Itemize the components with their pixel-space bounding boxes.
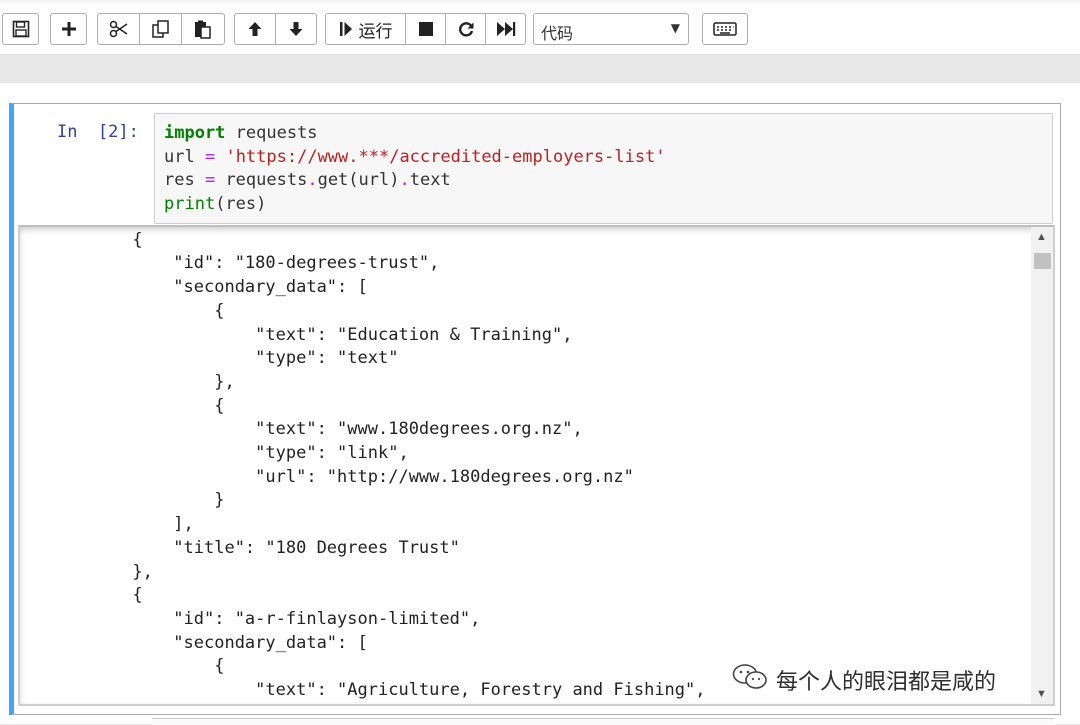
code-input: import requests url = 'https://www.***/ac… <box>164 122 666 216</box>
input-prompt: In [2]: <box>57 122 139 142</box>
paste-icon <box>193 19 213 39</box>
output-line: "text": "www.180degrees.org.nz", <box>30 419 583 440</box>
scroll-down-arrow-icon[interactable]: ▼ <box>1036 688 1047 700</box>
toolbar-top-edge <box>0 0 1080 3</box>
code-line: print(res) <box>164 193 267 214</box>
run-button[interactable]: 运行 <box>325 13 406 45</box>
command-palette-button[interactable] <box>702 13 748 45</box>
cell-type-value: 代码 <box>541 24 574 43</box>
run-all-button[interactable] <box>485 13 526 45</box>
output-line: }, <box>30 561 153 582</box>
copy-cell-button[interactable] <box>139 13 182 45</box>
scissors-icon <box>109 20 129 38</box>
code-line: url = 'https://www.***/accredited-employ… <box>164 146 666 167</box>
output-line: "id": "180-degrees-trust", <box>30 253 440 274</box>
cut-cell-button[interactable] <box>97 13 140 45</box>
output-scrollbar[interactable]: ▲ ▼ <box>1031 227 1053 704</box>
arrow-up-icon <box>246 20 264 38</box>
copy-icon <box>151 19 171 39</box>
fast-forward-icon <box>496 21 516 37</box>
scrollbar-thumb[interactable] <box>1034 253 1051 269</box>
chevron-down-icon: ▼ <box>670 21 680 35</box>
code-editor[interactable]: import requests url = 'https://www.***/ac… <box>154 113 1053 224</box>
output-line: { <box>30 300 225 321</box>
output-line: "id": "a-r-finlayson-limited", <box>30 608 481 629</box>
output-line: } <box>30 490 225 511</box>
output-line: { <box>30 229 143 250</box>
scroll-up-arrow-icon[interactable]: ▲ <box>1036 231 1047 243</box>
watermark-text: 每个人的眼泪都是咸的 <box>776 670 997 695</box>
restart-kernel-button[interactable] <box>445 13 486 45</box>
output-line: { <box>30 395 225 416</box>
output-line: "secondary_data": [ <box>30 277 368 298</box>
move-down-button[interactable] <box>275 13 317 45</box>
notebook-toolbar: 运行 代码 ▼ <box>0 0 1080 55</box>
keyboard-icon <box>713 21 737 37</box>
move-up-button[interactable] <box>234 13 276 45</box>
wechat-icon <box>732 663 776 697</box>
paste-cell-button[interactable] <box>181 13 225 45</box>
stop-icon <box>418 21 434 37</box>
save-button[interactable] <box>2 13 39 45</box>
insert-cell-button[interactable] <box>50 13 87 45</box>
arrow-down-icon <box>287 20 305 38</box>
output-line: "type": "text" <box>30 348 399 369</box>
restart-icon <box>457 20 475 38</box>
interrupt-button[interactable] <box>405 13 446 45</box>
code-line: import requests <box>164 123 318 143</box>
cell-type-select[interactable]: 代码 ▼ <box>533 13 689 45</box>
code-line: res = requests.get(url).text <box>164 170 451 191</box>
output-line: ], <box>30 514 194 535</box>
output-line: { <box>30 585 143 606</box>
output-line: }, <box>30 371 235 392</box>
output-line: "url": "http://www.180degrees.org.nz" <box>30 466 634 487</box>
output-text: }, { "id": "180-degrees-trust", "seconda… <box>20 227 706 703</box>
watermark: 每个人的眼泪都是咸的 <box>728 663 1001 697</box>
save-icon <box>12 20 30 38</box>
plus-icon <box>60 20 78 38</box>
notebook-page: In [2]: import requests url = 'https://ww… <box>0 83 1080 724</box>
output-line: "type": "link", <box>30 443 409 464</box>
output-line: { <box>30 656 225 677</box>
toolbar-separator-band <box>0 55 1080 83</box>
output-line: "text": "Agriculture, Forestry and Fishi… <box>30 680 706 701</box>
output-line: "secondary_data": [ <box>30 632 368 653</box>
step-play-icon <box>339 21 353 37</box>
run-button-label: 运行 <box>358 21 393 42</box>
output-line: "text": "Education & Training", <box>30 324 573 345</box>
output-line: "title": "180 Degrees Trust" <box>30 537 460 558</box>
output-area[interactable]: }, { "id": "180-degrees-trust", "seconda… <box>18 225 1055 706</box>
